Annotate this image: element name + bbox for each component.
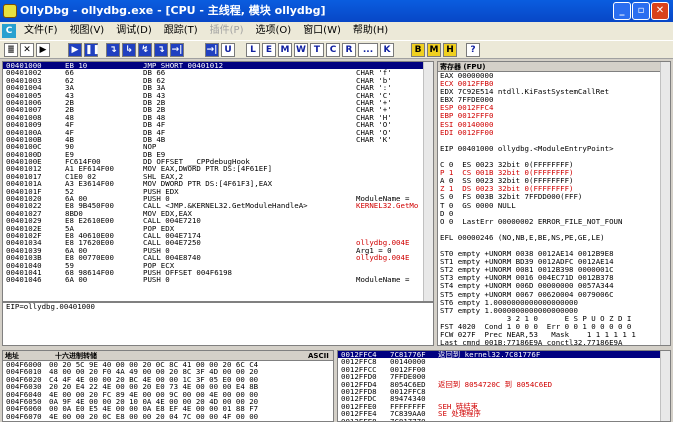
- menu-window[interactable]: 窗口(W): [297, 22, 347, 40]
- stack-row[interactable]: 0012FFE0 FFFFFFFF SEH 链结束: [338, 402, 670, 410]
- stack-comment: 返回到 8054720C 到 8054C6ED: [438, 379, 553, 389]
- register-line[interactable]: T 0 GS 0000 NULL: [438, 201, 670, 210]
- disassembly-scrollbar[interactable]: [423, 62, 433, 301]
- menu-file[interactable]: 文件(F): [18, 22, 64, 40]
- windows-button[interactable]: W: [294, 43, 308, 57]
- cpu-button[interactable]: C: [326, 43, 340, 57]
- executable-modules-button[interactable]: E: [262, 43, 276, 57]
- stack-row[interactable]: 0012FFCC 0012FF00: [338, 365, 670, 373]
- trace-into-icon[interactable]: ↯: [138, 43, 152, 57]
- window-title: OllyDbg - ollydbg.exe - [CPU - 主线程, 模块 o…: [20, 4, 326, 17]
- call-stack-button[interactable]: K: [380, 43, 394, 57]
- register-line[interactable]: O 0 LastErr 00000002 ERROR_FILE_NOT_FOUN: [438, 217, 670, 226]
- ollydbg-app-icon: [3, 4, 17, 18]
- dump-hex: 4E 00 00 20 0C E8 00 00 20 04 7C 00 00 4…: [49, 411, 259, 421]
- go-to-user-code-button[interactable]: U: [221, 43, 235, 57]
- toolbar: ≣ ✕ ▶ ▶ ❚❚ ↴ ↳ ↯ ↴ →| →| U L E M W T C R…: [0, 40, 673, 59]
- stack-value: 7C817770: [390, 416, 426, 422]
- open-icon[interactable]: ≣: [4, 43, 18, 57]
- threads-button[interactable]: T: [310, 43, 324, 57]
- cpu-window-icon[interactable]: C: [2, 24, 16, 38]
- disasm-instruction: PUSH 0: [143, 275, 170, 285]
- close-button[interactable]: ✕: [651, 2, 669, 20]
- menu-debug[interactable]: 调试(D): [110, 22, 158, 40]
- register-line[interactable]: Last cmnd 001B:77186E9A conctl32.77186E9…: [438, 338, 670, 345]
- dump-address: 004F6070: [6, 411, 42, 421]
- stack-row[interactable]: 0012FFDC 89474340: [338, 395, 670, 403]
- breakpoints-button[interactable]: B: [411, 43, 425, 57]
- title-bar: OllyDbg - ollydbg.exe - [CPU - 主线程, 模块 o…: [0, 0, 673, 22]
- dump-header-ascii: ASCII: [308, 352, 329, 360]
- memory-map-button[interactable]: M: [278, 43, 292, 57]
- execute-till-user-code-icon[interactable]: →|: [205, 43, 219, 57]
- log-window-button[interactable]: L: [246, 43, 260, 57]
- disasm-address: 00401046: [6, 275, 42, 285]
- help-icon[interactable]: ?: [466, 43, 480, 57]
- registers-pane[interactable]: 寄存器 (FPU) EAX 00000000 ECX 0012FFB0 EDX 7C…: [437, 61, 671, 346]
- disassembly-pane[interactable]: 00401000 EB 10 JMP SHORT 00401012 00401002 6…: [2, 61, 434, 302]
- disasm-comment: ollydbg.004E: [356, 253, 410, 263]
- stack-row[interactable]: 0012FFE8 7C817770: [338, 416, 670, 422]
- menu-view[interactable]: 视图(V): [64, 22, 111, 40]
- disasm-comment: KERNEL32.GetMo: [356, 201, 419, 211]
- close-file-icon[interactable]: ✕: [20, 43, 34, 57]
- execute-till-return-icon[interactable]: →|: [170, 43, 184, 57]
- trace-over-icon[interactable]: ↴: [154, 43, 168, 57]
- register-line[interactable]: EDI 0012FF00: [438, 128, 670, 137]
- dump-header-address: 地址: [5, 352, 19, 360]
- menu-help[interactable]: 帮助(H): [347, 22, 394, 40]
- pause-icon[interactable]: ❚❚: [84, 43, 100, 57]
- info-pane: EIP=ollydbg.00401000: [2, 302, 434, 346]
- registers-scrollbar[interactable]: [660, 62, 670, 345]
- stack-address: 0012FFE8: [341, 416, 377, 422]
- hardware-breakpoints-button[interactable]: H: [443, 43, 457, 57]
- register-line[interactable]: EIP 00401000 ollydbg.<ModuleEntryPoint>: [438, 144, 670, 153]
- run-icon[interactable]: ▶: [68, 43, 82, 57]
- stack-scrollbar[interactable]: [660, 351, 670, 421]
- restore-button[interactable]: ▫: [632, 2, 650, 20]
- disassembly-listing: 00401000 EB 10 JMP SHORT 00401012 00401002 6…: [3, 62, 433, 284]
- disasm-comment: ModuleName =: [356, 275, 410, 285]
- menu-plugins[interactable]: 插件(P): [204, 22, 250, 40]
- menu-options[interactable]: 选项(O): [250, 22, 298, 40]
- memory-dump-pane[interactable]: 地址 十六进制转储 ASCII 004F6000 00 20 5C 9E 40 0…: [2, 350, 334, 422]
- stack-pane[interactable]: 0012FFC4 7C81776F 返回到 kernel32.7C81776F 001…: [337, 350, 671, 422]
- menu-bar: C 文件(F) 视图(V) 调试(D) 跟踪(T) 插件(P) 选项(O) 窗口…: [0, 22, 673, 40]
- stack-row[interactable]: 0012FFD4 8054C6ED 返回到 8054720C 到 8054C6ED: [338, 379, 670, 389]
- register-line[interactable]: EFL 00000246 (NO,NB,E,BE,NS,PE,GE,LE): [438, 233, 670, 242]
- disasm-hex: 6A 00: [65, 275, 88, 285]
- step-into-icon[interactable]: ↴: [106, 43, 120, 57]
- memory-breakpoints-button[interactable]: M: [427, 43, 441, 57]
- minimize-button[interactable]: _: [613, 2, 631, 20]
- stack-comment: 返回到 kernel32.7C81776F: [438, 350, 541, 359]
- stack-row[interactable]: 0012FFD8 0012FFC8: [338, 388, 670, 396]
- register-list: EAX 00000000 ECX 0012FFB0 EDX 7C92E514 ntd…: [438, 71, 670, 345]
- info-text: EIP=ollydbg.00401000: [6, 302, 95, 311]
- stack-listing: 0012FFC4 7C81776F 返回到 kernel32.7C81776F 001…: [338, 351, 670, 422]
- menu-trace[interactable]: 跟踪(T): [158, 22, 204, 40]
- dump-listing: 004F6000 00 20 5C 9E 40 00 00 20 0C 8C 41…: [3, 361, 333, 421]
- patches-button[interactable]: R: [342, 43, 356, 57]
- dump-row[interactable]: 004F6070 4E 00 00 20 0C E8 00 00 20 04 7C…: [3, 411, 333, 421]
- restart-icon[interactable]: ▶: [36, 43, 50, 57]
- disasm-comment: CHAR 'K': [356, 134, 392, 144]
- stack-row[interactable]: 0012FFC8 00140000: [338, 358, 670, 366]
- stack-comment: SE 处理程序: [438, 409, 481, 419]
- stack-row[interactable]: 0012FFC4 7C81776F 返回到 kernel32.7C81776F: [338, 351, 670, 358]
- call-stack-more-button[interactable]: ...: [358, 43, 378, 57]
- stack-row[interactable]: 0012FFE4 7C839AA0 SE 处理程序: [338, 409, 670, 419]
- step-over-icon[interactable]: ↳: [122, 43, 136, 57]
- disasm-row[interactable]: 00401046 6A 00 PUSH 0 ModuleName =: [3, 275, 433, 285]
